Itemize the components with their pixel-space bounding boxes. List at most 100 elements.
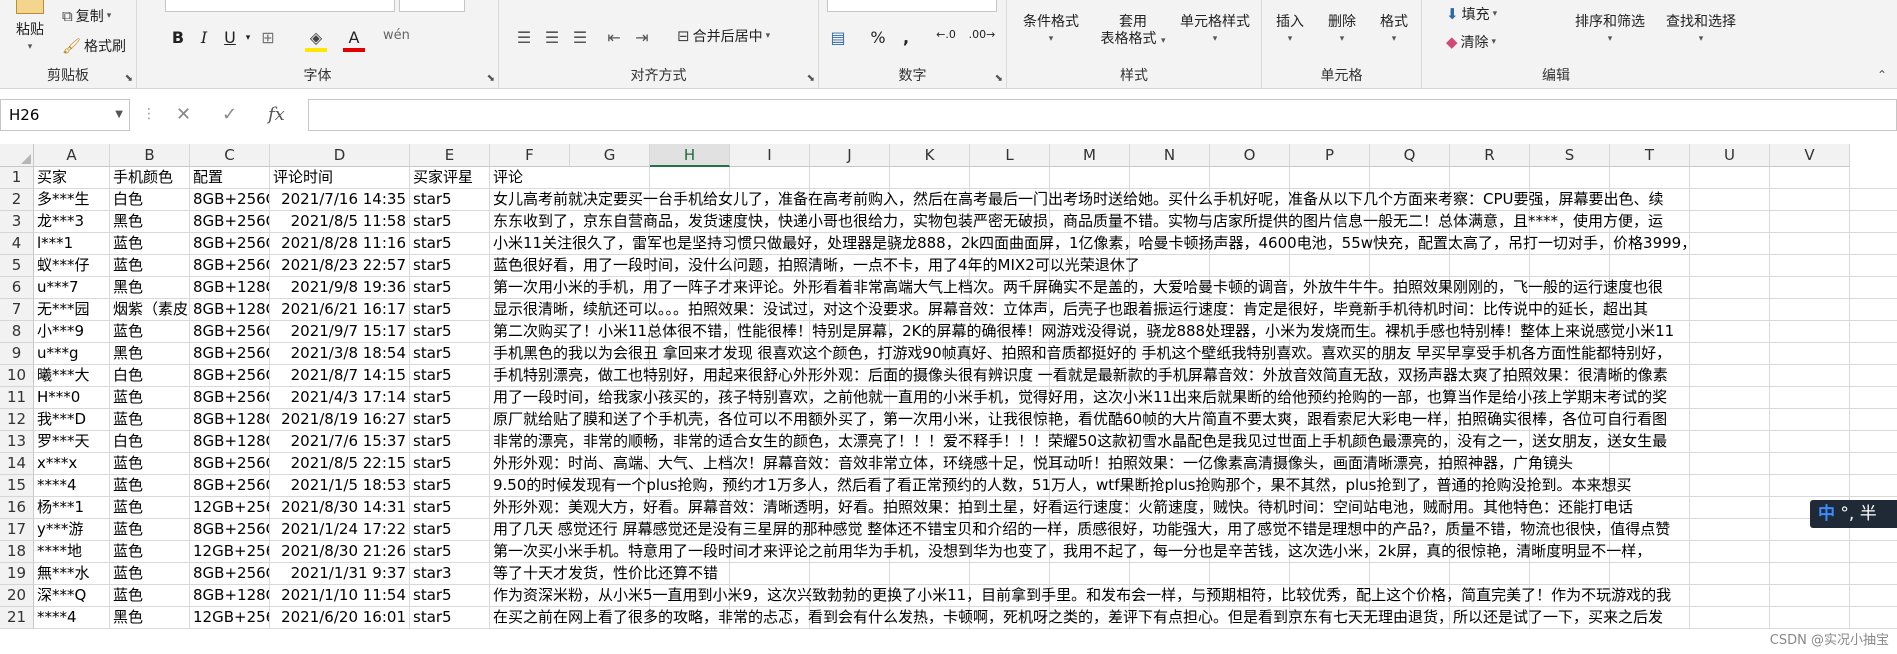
cell-c[interactable]: 配置 [190,167,270,189]
cell-f[interactable]: 在买之前在网上看了很多的攻略，非常的忐忑，看到会有什么发热，卡顿啊，死机呀之类的… [490,607,1897,629]
column-header-m[interactable]: M [1050,144,1130,167]
cell-c[interactable]: 8GB+256G [190,255,270,277]
cell-b[interactable]: 黑色 [110,211,190,233]
cell-c[interactable]: 8GB+256G [190,387,270,409]
row-header[interactable]: 14 [0,453,34,475]
cell-e[interactable]: star5 [410,255,490,277]
cell-f[interactable]: 原厂就给贴了膜和送了个手机壳，各位可以不用额外买了，第一次用小米，让我很惊艳，看… [490,409,1897,431]
delete-button[interactable]: 删除 ▾ [1320,14,1364,48]
cell-e[interactable]: star3 [410,563,490,585]
decrease-decimal-icon[interactable]: .00→ [967,28,997,41]
cell-f[interactable]: 东东收到了，京东自营商品，发货速度快，快递小哥也很给力，实物包装严密无破损，商品… [490,211,1897,233]
cell-c[interactable]: 8GB+256G [190,519,270,541]
font-color-icon[interactable]: A [343,28,365,52]
cell-e[interactable]: star5 [410,343,490,365]
cell-f[interactable]: 第二次购买了！小米11总体很不错，性能很棒！特别是屏幕，2K的屏幕的确很棒！网游… [490,321,1897,343]
cell-d[interactable]: 2021/1/24 17:22 [270,519,410,541]
column-header-a[interactable]: A [34,144,110,167]
column-header-f[interactable]: F [490,144,570,167]
cell-e[interactable]: star5 [410,233,490,255]
cell-a[interactable]: 罗***天 [34,431,110,453]
cell-d[interactable]: 2021/8/28 11:16 [270,233,410,255]
cell-d[interactable]: 2021/4/3 17:14 [270,387,410,409]
cell-b[interactable]: 蓝色 [110,255,190,277]
borders-icon[interactable]: ⊞ [257,28,279,47]
cell-c[interactable]: 8GB+256G [190,453,270,475]
cell-b[interactable]: 白色 [110,365,190,387]
launcher-icon[interactable]: ⬊ [807,73,815,84]
row-header[interactable]: 18 [0,541,34,563]
cell-c[interactable]: 12GB+256G [190,607,270,629]
chevron-down-icon[interactable]: ▼ [115,100,123,130]
cell-d[interactable]: 2021/7/16 14:35 [270,189,410,211]
column-header-q[interactable]: Q [1370,144,1450,167]
number-format-box[interactable] [827,0,997,12]
cell-c[interactable]: 8GB+256G [190,475,270,497]
cell-e[interactable]: star5 [410,189,490,211]
align-right-icon[interactable]: ☰ [569,28,591,47]
column-header-o[interactable]: O [1210,144,1290,167]
cell-c[interactable]: 12GB+256G [190,497,270,519]
cell-f[interactable]: 外形外观：时尚、高端、大气、上档次！屏幕音效：音效非常立体，环绕感十足，悦耳动听… [490,453,1897,475]
cell-e[interactable]: star5 [410,453,490,475]
cell-b[interactable]: 烟紫（素皮） [110,299,190,321]
cell-c[interactable]: 8GB+256G [190,321,270,343]
cell-d[interactable]: 2021/1/10 11:54 [270,585,410,607]
cell-a[interactable]: 无***园 [34,299,110,321]
align-left-icon[interactable]: ☰ [513,28,535,47]
cell-d[interactable]: 2021/8/30 14:31 [270,497,410,519]
cell-f[interactable]: 评论 [490,167,1897,189]
row-header[interactable]: 1 [0,167,34,189]
cell-c[interactable]: 8GB+128G [190,277,270,299]
cell-a[interactable]: 龙***3 [34,211,110,233]
cell-e[interactable]: star5 [410,365,490,387]
cell-d[interactable]: 2021/1/5 18:53 [270,475,410,497]
clear-button[interactable]: ◆ 清除 ▾ [1446,32,1496,52]
cell-a[interactable]: 深***Q [34,585,110,607]
column-header-p[interactable]: P [1290,144,1370,167]
cell-f[interactable]: 第一次用小米的手机，用了一阵子才来评论。外形看着非常高端大气上档次。两千屏确实不… [490,277,1897,299]
cell-d[interactable]: 2021/8/30 21:26 [270,541,410,563]
paste-button[interactable]: 粘贴 ▾ [6,0,54,56]
row-header[interactable]: 7 [0,299,34,321]
format-button[interactable]: 格式 ▾ [1372,14,1416,48]
cell-a[interactable]: ****4 [34,475,110,497]
percent-button[interactable]: % [867,28,889,47]
cell-d[interactable]: 2021/8/5 22:15 [270,453,410,475]
ime-indicator[interactable]: 中 °, 半 [1810,500,1897,528]
row-header[interactable]: 3 [0,211,34,233]
cell-b[interactable]: 蓝色 [110,497,190,519]
underline-dropdown-icon[interactable]: ▾ [237,33,259,43]
insert-function-button[interactable]: fx [268,104,285,125]
cell-d[interactable]: 2021/8/7 14:15 [270,365,410,387]
row-header[interactable]: 4 [0,233,34,255]
cell-e[interactable]: star5 [410,431,490,453]
increase-decimal-icon[interactable]: ←.0 [931,28,961,41]
launcher-icon[interactable]: ⬊ [995,73,1003,84]
cell-a[interactable]: ****4 [34,607,110,629]
align-center-icon[interactable]: ☰ [541,28,563,47]
cell-b[interactable]: 白色 [110,189,190,211]
column-header-s[interactable]: S [1530,144,1610,167]
cell-f[interactable]: 蓝色很好看，用了一段时间，没什么问题，拍照清晰，一点不卡，用了4年的MIX2可以… [490,255,1897,277]
format-as-table-button[interactable]: 套用 表格格式 ▾ [1093,14,1173,50]
find-select-button[interactable]: 查找和选择 ▾ [1660,14,1742,48]
cell-b[interactable]: 黑色 [110,607,190,629]
formula-bar-grip-icon[interactable]: ⋮ [142,106,156,122]
row-header[interactable]: 2 [0,189,34,211]
cell-a[interactable]: l***1 [34,233,110,255]
cell-f[interactable]: 非常的漂亮，非常的顺畅，非常的适合女生的颜色，太漂亮了！！！爱不释手！！！荣耀5… [490,431,1897,453]
row-header[interactable]: 8 [0,321,34,343]
cell-f[interactable]: 作为资深米粉，从小米5一直用到小米9，这次兴致勃勃的更换了小米11，目前拿到手里… [490,585,1897,607]
column-header-k[interactable]: K [890,144,970,167]
cell-d[interactable]: 2021/3/8 18:54 [270,343,410,365]
cell-b[interactable]: 蓝色 [110,585,190,607]
cell-a[interactable]: 我***D [34,409,110,431]
sort-filter-button[interactable]: 排序和筛选 ▾ [1562,14,1658,48]
cell-c[interactable]: 8GB+256G [190,189,270,211]
name-box[interactable]: H26 ▼ [0,99,130,131]
cell-d[interactable]: 2021/9/8 19:36 [270,277,410,299]
column-header-b[interactable]: B [110,144,190,167]
italic-button[interactable]: I [193,28,215,47]
cell-a[interactable]: y***游 [34,519,110,541]
